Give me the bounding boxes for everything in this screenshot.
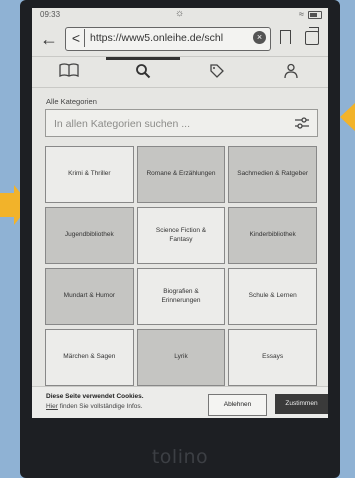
site-nav-tabs: [32, 57, 328, 88]
category-tile[interactable]: Jugendbibliothek: [45, 207, 134, 264]
cookie-info-link[interactable]: Hier: [46, 403, 58, 410]
status-bar: 09:33 ☼ ≈: [32, 8, 328, 22]
category-grid: Krimi & Thriller Romane & Erzählungen Sach…: [45, 146, 317, 386]
cookie-banner: Diese Seite verwendet Cookies. Hier find…: [32, 386, 328, 418]
category-tile[interactable]: Krimi & Thriller: [45, 146, 134, 203]
back-arrow-icon[interactable]: ←: [40, 29, 58, 50]
tab-search[interactable]: [106, 57, 180, 87]
browser-toolbar: ← < https://www5.onleihe.de/schl ×: [32, 22, 328, 57]
chevron-left-icon[interactable]: <: [68, 29, 85, 47]
category-tile[interactable]: Kinderbibliothek: [228, 207, 317, 264]
url-text[interactable]: https://www5.onleihe.de/schl: [90, 32, 250, 44]
bookmark-icon[interactable]: [280, 30, 291, 46]
category-tile[interactable]: Schule & Lernen: [228, 268, 317, 325]
device-brand-logo: tolino: [151, 446, 209, 468]
search-box[interactable]: [45, 109, 318, 137]
search-input[interactable]: [52, 115, 286, 133]
decline-button[interactable]: Ablehnen: [208, 394, 267, 416]
search-icon: [136, 64, 151, 79]
battery-icon: [308, 11, 322, 19]
category-section-label: Alle Kategorien: [46, 97, 97, 106]
frontlight-icon[interactable]: ☼: [175, 8, 184, 19]
cookie-info-text: finden Sie vollständige Infos.: [57, 403, 143, 410]
category-tile[interactable]: Science Fiction & Fantasy: [136, 207, 226, 264]
tag-icon: [210, 64, 224, 78]
cookie-info: Hier finden Sie vollständige Infos.: [46, 403, 142, 410]
category-tile[interactable]: Biografien & Erinnerungen: [136, 268, 226, 325]
category-tile[interactable]: Sachmedien & Ratgeber: [228, 146, 317, 203]
ereader-device: 09:33 ☼ ≈ ← < https://www5.onleihe.de/sc…: [20, 0, 340, 478]
address-bar[interactable]: < https://www5.onleihe.de/schl ×: [65, 27, 271, 51]
category-tile[interactable]: Essays: [228, 329, 317, 386]
category-tile[interactable]: Mundart & Humor: [45, 268, 134, 325]
tab-account[interactable]: [254, 57, 328, 87]
category-tile[interactable]: Märchen & Sagen: [45, 329, 134, 386]
wifi-icon: ≈: [299, 9, 304, 19]
tab-tags[interactable]: [180, 57, 254, 87]
screen: 09:33 ☼ ≈ ← < https://www5.onleihe.de/sc…: [32, 8, 328, 418]
tab-book[interactable]: [32, 57, 106, 87]
status-time: 09:33: [40, 10, 61, 19]
category-tile[interactable]: Romane & Erzählungen: [136, 146, 226, 203]
tabs-icon[interactable]: [305, 27, 319, 45]
filter-icon[interactable]: [295, 116, 309, 130]
category-tile[interactable]: Lyrik: [136, 329, 226, 386]
person-icon: [284, 63, 298, 79]
clear-url-icon[interactable]: ×: [253, 31, 266, 44]
accept-button[interactable]: Zustimmen: [275, 394, 328, 414]
cookie-title: Diese Seite verwendet Cookies.: [46, 393, 144, 400]
book-icon: [59, 63, 79, 78]
yellow-arrow-right: [340, 103, 355, 131]
